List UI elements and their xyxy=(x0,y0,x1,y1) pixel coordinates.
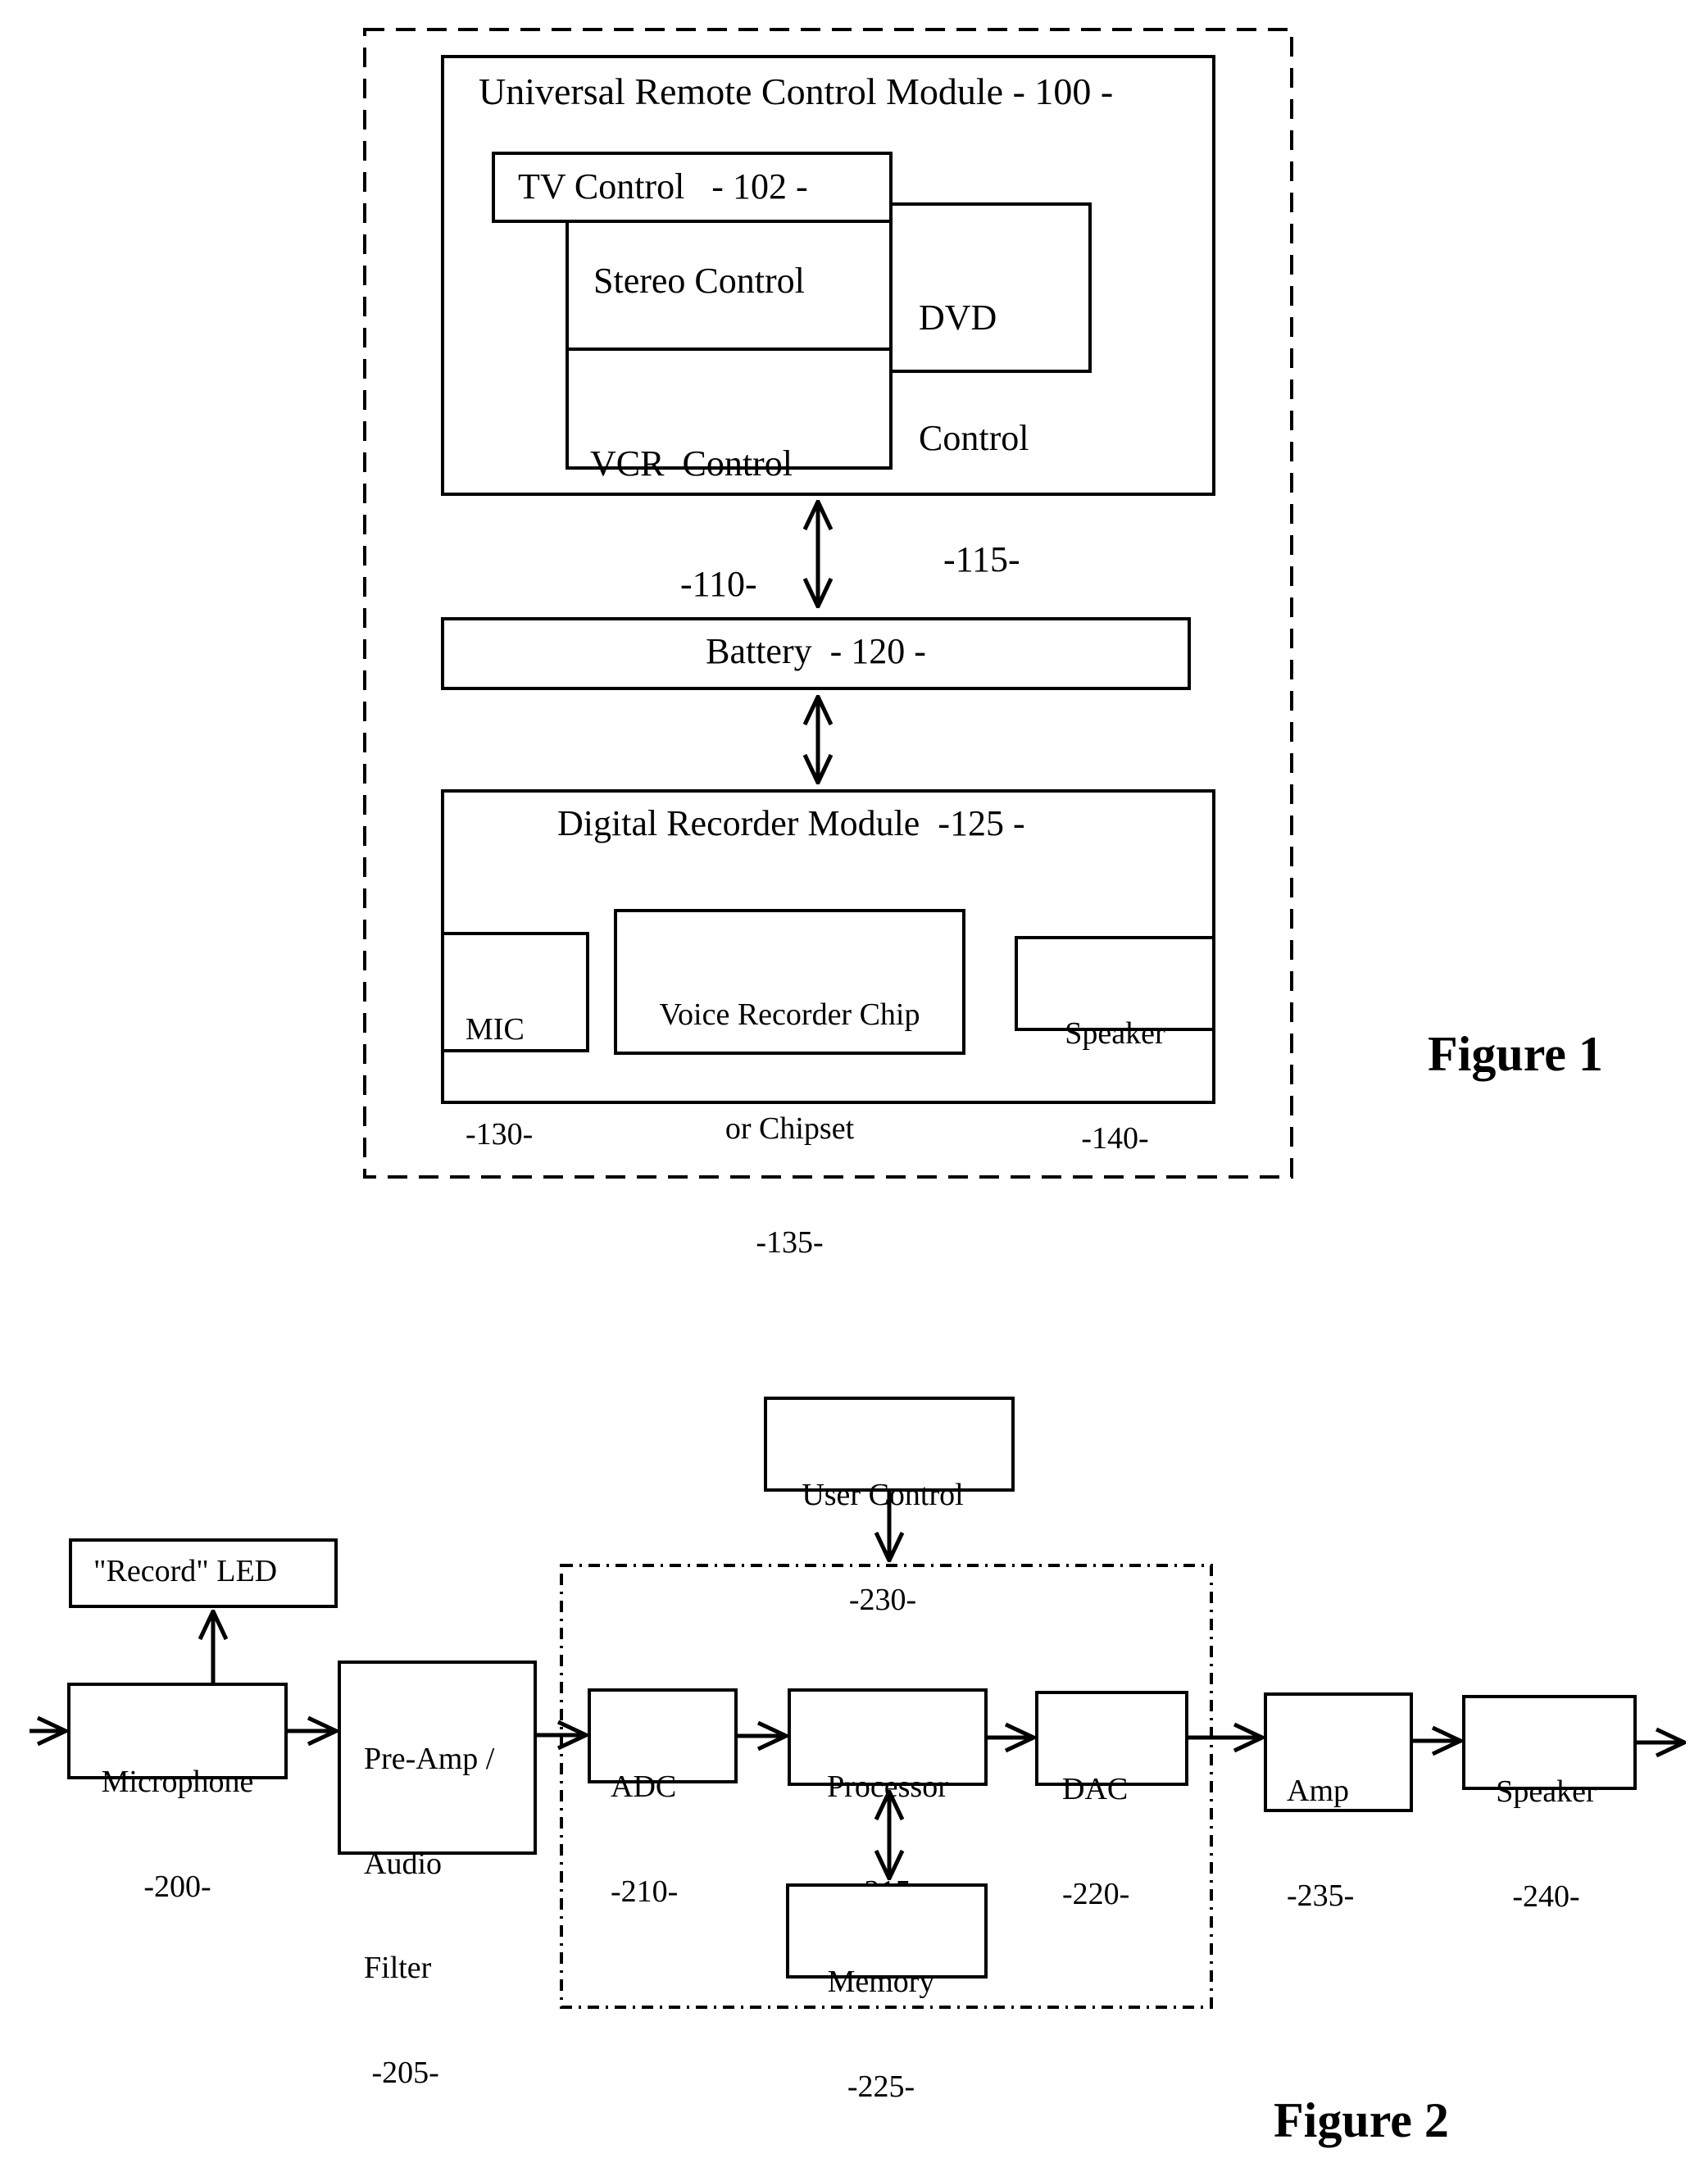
dvd-line2: Control xyxy=(919,418,1029,459)
user-control-label: User Control -230- xyxy=(764,1408,1002,1652)
processor-line1: Processor xyxy=(827,1770,948,1805)
dac-line2: -220- xyxy=(1062,1876,1130,1911)
fig1-speaker-line1: Speaker xyxy=(1065,1016,1165,1052)
adc-line1: ADC xyxy=(611,1770,677,1805)
memory-line2: -225- xyxy=(847,2069,915,2104)
fig2-speaker-label: Speaker -240- xyxy=(1462,1705,1630,1949)
microphone-line2: -200- xyxy=(143,1869,211,1904)
microphone-line1: Microphone xyxy=(101,1765,254,1800)
voice-recorder-chip-label: Voice Recorder Chip or Chipset -135- xyxy=(614,920,965,1300)
figure-2-caption: Figure 2 xyxy=(1274,2093,1449,2147)
dac-line1: DAC xyxy=(1062,1772,1129,1807)
vcr-line1: VCR Control xyxy=(590,443,793,484)
amp-line1: Amp xyxy=(1287,1774,1349,1809)
fig2-speaker-line2: -240- xyxy=(1512,1879,1580,1914)
fig2-speaker-line1: Speaker xyxy=(1496,1774,1597,1810)
dac-label: DAC -220- xyxy=(1062,1702,1129,1947)
tv-control-label: TV Control - 102 - xyxy=(518,166,808,207)
voice-chip-line3: -135- xyxy=(756,1224,824,1260)
adc-line2: -210- xyxy=(611,1874,679,1909)
preamp-line1: Pre-Amp / xyxy=(364,1742,495,1777)
preamp-line2: Audio xyxy=(364,1846,442,1881)
preamp-filter-label: Pre-Amp / Audio Filter -205- xyxy=(364,1672,494,2125)
battery-label: Battery - 120 - xyxy=(706,631,926,671)
dvd-control-label: DVD Control -115- xyxy=(919,216,1029,620)
preamp-line4: -205- xyxy=(364,2056,439,2091)
mic-line2: -130- xyxy=(466,1116,534,1152)
urc-module-title: Universal Remote Control Module - 100 - xyxy=(479,70,1114,112)
dvd-line1: DVD xyxy=(919,297,997,338)
user-control-line1: User Control xyxy=(802,1478,964,1513)
digital-recorder-title: Digital Recorder Module -125 - xyxy=(557,803,1025,843)
user-control-line2: -230- xyxy=(848,1582,917,1617)
memory-line1: Memory xyxy=(827,1965,935,2000)
figure-1-caption: Figure 1 xyxy=(1428,1027,1603,1081)
fig1-speaker-label: Speaker -140- xyxy=(1015,947,1215,1191)
microphone-label: Microphone -200- xyxy=(67,1695,288,1939)
vcr-line2: -110- xyxy=(680,564,757,605)
vcr-control-label: VCR Control -110- xyxy=(590,362,836,645)
amp-line2: -235- xyxy=(1287,1878,1355,1913)
voice-chip-line1: Voice Recorder Chip xyxy=(659,997,920,1032)
mic-label: MIC -130- xyxy=(466,943,533,1187)
adc-label: ADC -210- xyxy=(611,1700,678,1944)
voice-chip-line2: or Chipset xyxy=(725,1111,855,1146)
dvd-line3: -115- xyxy=(943,539,1020,580)
mic-line1: MIC xyxy=(466,1012,525,1047)
fig1-speaker-line2: -140- xyxy=(1081,1120,1149,1156)
preamp-line3: Filter xyxy=(364,1951,432,1986)
memory-label: Memory -225- xyxy=(786,1895,976,2139)
stereo-control-label: Stereo Control xyxy=(593,261,805,301)
record-led-label: "Record" LED xyxy=(93,1554,278,1588)
amp-label: Amp -235- xyxy=(1287,1704,1354,1948)
